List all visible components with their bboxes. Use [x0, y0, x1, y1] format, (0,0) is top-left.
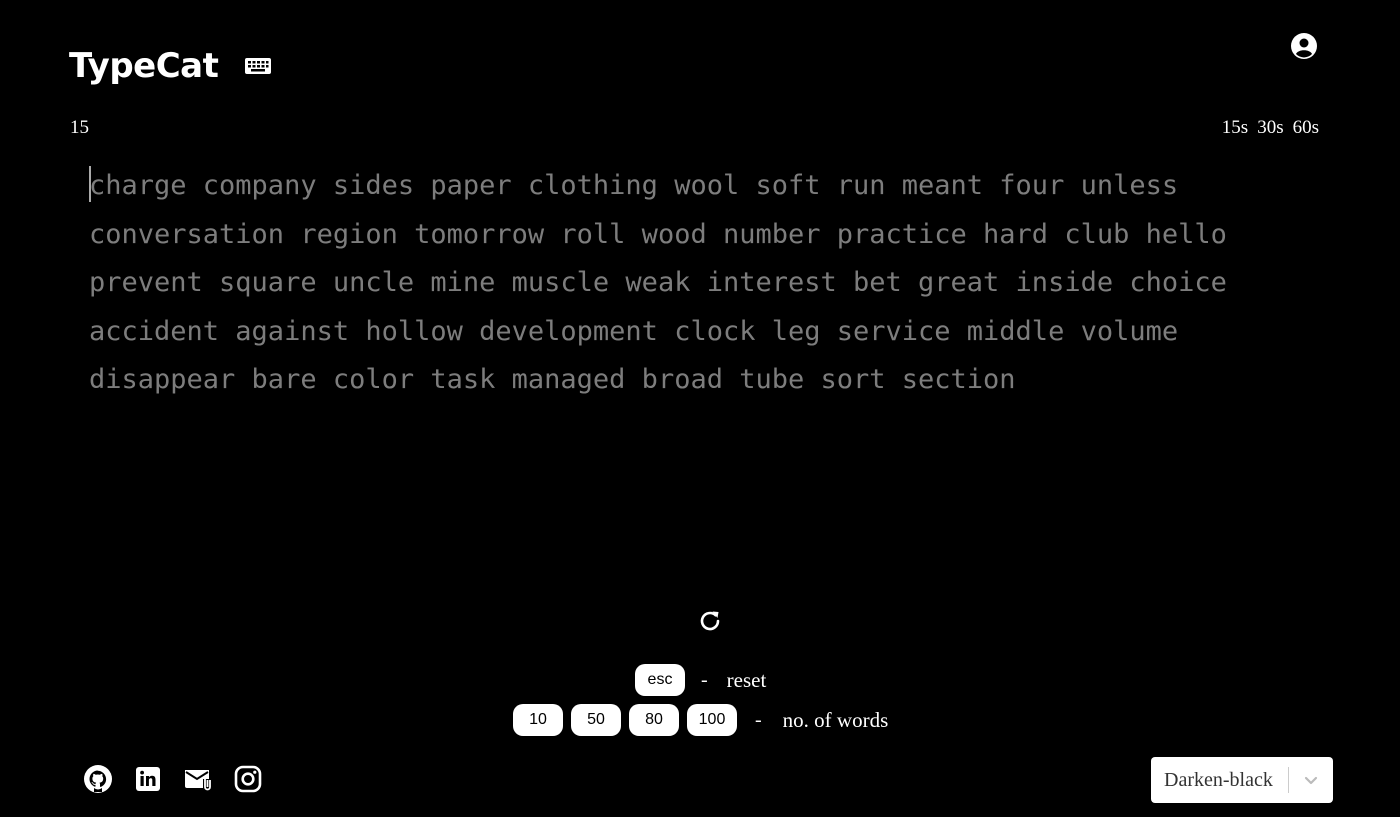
word-count-100-button[interactable]: 100: [687, 704, 737, 736]
github-icon[interactable]: [83, 764, 113, 799]
time-option-30s[interactable]: 30s: [1257, 117, 1283, 139]
chevron-down-icon[interactable]: [1289, 770, 1333, 790]
reset-hint: esc - reset: [635, 664, 766, 696]
instagram-icon[interactable]: [233, 764, 263, 799]
word-count-hint: 10 50 80 100 - no. of words: [513, 704, 888, 736]
countdown-timer: 15: [70, 117, 89, 138]
word-count-label: no. of words: [782, 707, 889, 732]
reload-icon[interactable]: [697, 608, 723, 634]
reset-label: reset: [726, 667, 767, 692]
word-count-10-button[interactable]: 10: [513, 704, 563, 736]
theme-select[interactable]: Darken-black: [1151, 757, 1333, 803]
brand: TypeCat: [69, 46, 272, 86]
linkedin-icon[interactable]: [133, 764, 163, 799]
account-circle-icon[interactable]: [1290, 32, 1318, 60]
separator-dash: -: [755, 708, 762, 731]
time-option-60s[interactable]: 60s: [1293, 117, 1319, 139]
typing-words[interactable]: charge company sides paper clothing wool…: [89, 162, 1269, 405]
text-caret: [89, 166, 91, 202]
theme-select-value: Darken-black: [1164, 768, 1273, 791]
word-count-50-button[interactable]: 50: [571, 704, 621, 736]
social-links: [83, 764, 263, 799]
separator-dash: -: [701, 668, 708, 691]
logo-text: TypeCat: [69, 46, 219, 86]
time-options: 15s 30s 60s: [1222, 117, 1319, 139]
time-option-15s[interactable]: 15s: [1222, 117, 1248, 139]
keyboard-icon[interactable]: [244, 55, 272, 77]
word-count-80-button[interactable]: 80: [629, 704, 679, 736]
mail-icon[interactable]: [183, 764, 213, 799]
esc-key-button[interactable]: esc: [635, 664, 685, 696]
